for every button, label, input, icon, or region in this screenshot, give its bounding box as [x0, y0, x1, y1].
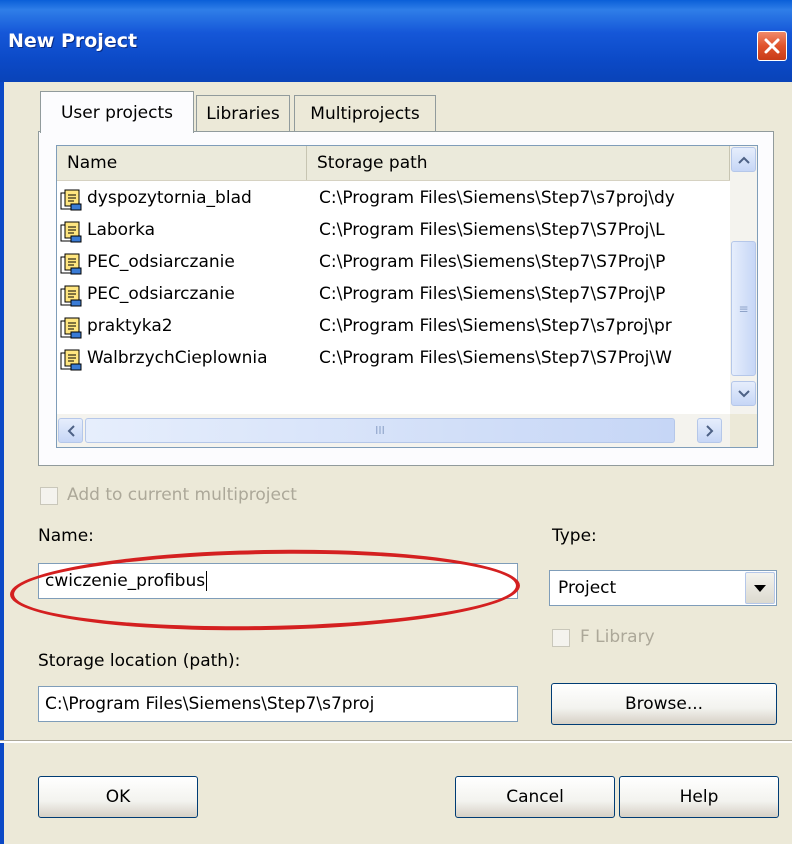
- name-label: Name:: [38, 526, 94, 546]
- storage-location-value: C:\Program Files\Siemens\Step7\s7proj: [45, 694, 375, 714]
- project-name-input[interactable]: cwiczenie_profibus: [38, 563, 518, 599]
- column-header-storage-path[interactable]: Storage path: [307, 146, 730, 180]
- dropdown-arrow-icon: [754, 584, 766, 592]
- chevron-up-icon: [737, 156, 750, 164]
- chevron-down-icon: [737, 389, 750, 397]
- project-path: C:\Program Files\Siemens\Step7\S7Proj\P: [319, 284, 666, 304]
- scroll-grip: III: [375, 424, 385, 437]
- type-dropdown-button[interactable]: [745, 572, 775, 604]
- close-button[interactable]: [757, 31, 787, 61]
- project-icon: [60, 349, 82, 371]
- tab-user-projects[interactable]: User projects: [40, 91, 194, 133]
- type-select-value: Project: [558, 578, 617, 598]
- column-header-name[interactable]: Name: [57, 146, 307, 180]
- project-icon: [60, 285, 82, 307]
- project-list[interactable]: Name Storage path dyspozytornia_blad C:\…: [56, 145, 758, 448]
- project-icon: [60, 317, 82, 339]
- tab-label: Libraries: [206, 103, 280, 124]
- separator-line: [0, 740, 792, 743]
- scrollbar-corner: [730, 414, 757, 447]
- column-header-label: Name: [67, 153, 118, 173]
- add-to-multiproject-checkbox[interactable]: [40, 487, 58, 505]
- list-item[interactable]: PEC_odsiarczanie C:\Program Files\Siemen…: [57, 248, 730, 280]
- scroll-down-button[interactable]: [731, 381, 756, 406]
- tab-libraries[interactable]: Libraries: [196, 95, 290, 131]
- scroll-right-button[interactable]: [697, 418, 722, 443]
- list-header: Name Storage path: [57, 146, 730, 181]
- help-button[interactable]: Help: [619, 776, 779, 818]
- project-name: Laborka: [87, 220, 156, 240]
- type-label: Type:: [552, 526, 597, 546]
- list-item[interactable]: Laborka C:\Program Files\Siemens\Step7\S…: [57, 216, 730, 248]
- browse-button-label: Browse...: [624, 694, 704, 714]
- tab-multiprojects[interactable]: Multiprojects: [294, 95, 436, 131]
- text-caret: [206, 571, 208, 591]
- window-frame: [0, 82, 4, 844]
- project-name: WalbrzychCieplownia: [87, 348, 268, 368]
- tab-label: Multiprojects: [310, 103, 420, 124]
- ok-button-label: OK: [105, 787, 131, 807]
- tab-label: User projects: [60, 102, 173, 123]
- f-library-checkbox[interactable]: [552, 629, 570, 647]
- project-path: C:\Program Files\Siemens\Step7\s7proj\dy: [319, 188, 675, 208]
- project-name: dyspozytornia_blad: [87, 188, 252, 208]
- browse-button[interactable]: Browse...: [551, 683, 777, 725]
- window-title: New Project: [8, 30, 138, 52]
- scroll-up-button[interactable]: [731, 147, 756, 172]
- ok-button[interactable]: OK: [38, 776, 198, 818]
- project-icon: [60, 253, 82, 275]
- storage-location-label: Storage location (path):: [38, 651, 241, 671]
- horizontal-scroll-thumb[interactable]: III: [85, 418, 675, 443]
- scroll-left-button[interactable]: [58, 418, 83, 443]
- horizontal-scrollbar[interactable]: III: [57, 414, 730, 447]
- title-bar[interactable]: New Project: [0, 0, 792, 82]
- chevron-left-icon: [67, 424, 75, 437]
- list-item[interactable]: praktyka2 C:\Program Files\Siemens\Step7…: [57, 312, 730, 344]
- project-name: PEC_odsiarczanie: [87, 252, 235, 272]
- project-name: praktyka2: [87, 316, 173, 336]
- project-name-value: cwiczenie_profibus: [45, 571, 206, 591]
- cancel-button-label: Cancel: [506, 787, 564, 807]
- project-path: C:\Program Files\Siemens\Step7\S7Proj\L: [319, 220, 665, 240]
- vertical-scroll-thumb[interactable]: ≡: [731, 241, 756, 376]
- project-path: C:\Program Files\Siemens\Step7\s7proj\pr: [319, 316, 672, 336]
- project-icon: [60, 189, 82, 211]
- add-to-multiproject-label: Add to current multiproject: [67, 485, 297, 505]
- storage-location-input[interactable]: C:\Program Files\Siemens\Step7\s7proj: [38, 686, 518, 722]
- project-path: C:\Program Files\Siemens\Step7\S7Proj\W: [319, 348, 672, 368]
- project-name: PEC_odsiarczanie: [87, 284, 235, 304]
- project-icon: [60, 221, 82, 243]
- list-item[interactable]: PEC_odsiarczanie C:\Program Files\Siemen…: [57, 280, 730, 312]
- list-item[interactable]: WalbrzychCieplownia C:\Program Files\Sie…: [57, 344, 730, 376]
- chevron-right-icon: [705, 424, 713, 437]
- f-library-label: F Library: [580, 627, 655, 647]
- help-button-label: Help: [679, 787, 719, 807]
- scroll-grip: ≡: [738, 301, 749, 316]
- column-header-label: Storage path: [317, 153, 428, 173]
- vertical-scrollbar[interactable]: ≡: [730, 146, 757, 414]
- list-item[interactable]: dyspozytornia_blad C:\Program Files\Siem…: [57, 184, 730, 216]
- cancel-button[interactable]: Cancel: [455, 776, 615, 818]
- new-project-dialog: New Project User projects Libraries Mult…: [0, 0, 792, 844]
- project-path: C:\Program Files\Siemens\Step7\S7Proj\P: [319, 252, 666, 272]
- close-icon: [764, 38, 780, 54]
- type-select[interactable]: Project: [549, 570, 777, 606]
